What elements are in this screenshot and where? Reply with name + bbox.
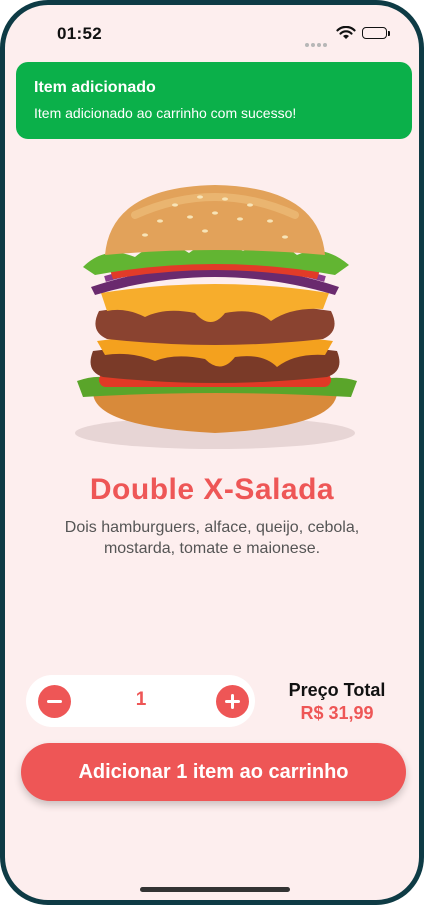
plus-icon: [225, 694, 240, 709]
product-description: Dois hamburguers, alface, queijo, cebola…: [64, 519, 360, 557]
quantity-stepper: 1: [26, 675, 255, 727]
decrement-button[interactable]: [38, 685, 71, 718]
total-price-label: Preço Total: [288, 680, 386, 700]
battery-icon: [362, 27, 390, 39]
success-toast[interactable]: Item adicionado Item adicionado ao carri…: [16, 62, 412, 139]
wifi-icon: [336, 26, 356, 39]
product-name: Double X-Salada: [89, 473, 335, 506]
total-price-value: R$ 31,99: [300, 703, 374, 723]
status-bar: 01:52: [5, 5, 419, 61]
minus-icon: [47, 700, 62, 703]
quantity-value: 1: [135, 689, 147, 710]
signal-icon: [305, 34, 331, 47]
toast-title: Item adicionado: [34, 79, 156, 96]
toast-message: Item adicionado ao carrinho com sucesso!: [34, 105, 297, 121]
home-indicator[interactable]: [140, 887, 290, 892]
status-time: 01:52: [57, 24, 102, 43]
add-to-cart-button[interactable]: Adicionar 1 item ao carrinho: [21, 743, 406, 801]
phone-screen: 01:52 Item adicionado Item adicionado ao…: [0, 0, 424, 905]
increment-button[interactable]: [216, 685, 249, 718]
burger-image: [75, 185, 357, 449]
